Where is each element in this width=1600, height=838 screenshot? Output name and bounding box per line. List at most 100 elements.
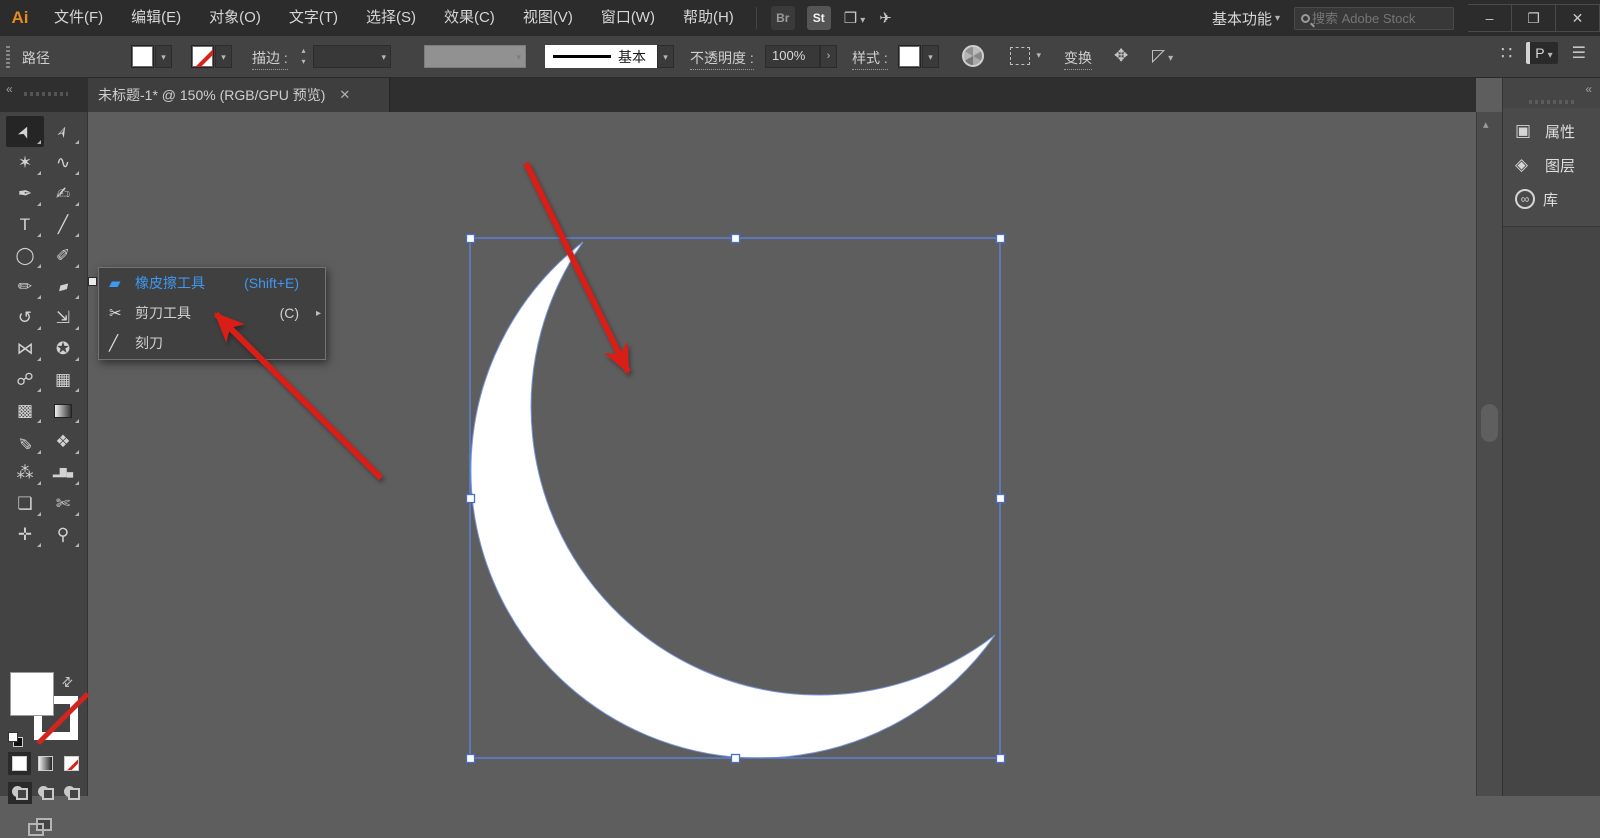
flyout-item-knife-tool[interactable]: ╱ 刻刀: [99, 328, 325, 358]
menu-effect[interactable]: 效果(C): [430, 0, 509, 36]
panel-tab-libraries[interactable]: ∞ 库: [1503, 182, 1600, 216]
menu-object[interactable]: 对象(O): [195, 0, 275, 36]
tool-column-graph[interactable]: ▂▇▄: [44, 457, 82, 488]
fill-color-swatch[interactable]: [131, 45, 154, 68]
close-button[interactable]: ✕: [1556, 4, 1600, 32]
tab-close-icon[interactable]: ✕: [339, 87, 350, 103]
tool-rotate[interactable]: ↺: [6, 302, 44, 333]
toolbar-grip[interactable]: [24, 92, 68, 96]
tool-artboard[interactable]: ❏: [6, 488, 44, 519]
menu-file[interactable]: 文件(F): [40, 0, 117, 36]
tool-scale[interactable]: ⇲: [44, 302, 82, 333]
align-dropdown-icon[interactable]: [1010, 47, 1030, 65]
menu-edit[interactable]: 编辑(E): [117, 0, 195, 36]
stroke-weight-stepper[interactable]: ▴ ▾: [296, 45, 311, 68]
recolor-artwork-icon[interactable]: [962, 45, 984, 67]
menu-select[interactable]: 选择(S): [352, 0, 430, 36]
stock-search[interactable]: [1294, 7, 1454, 30]
tool-selection[interactable]: ➤: [6, 116, 44, 147]
tool-blend[interactable]: ❖: [44, 426, 82, 457]
fill-color-chevron[interactable]: ▾: [155, 45, 172, 68]
tool-puppet-warp[interactable]: ✪: [44, 333, 82, 364]
menu-type[interactable]: 文字(T): [275, 0, 352, 36]
fill-proxy-swatch[interactable]: [10, 672, 54, 716]
draw-behind-button[interactable]: [34, 782, 58, 804]
none-button[interactable]: [60, 752, 83, 775]
tool-eyedropper[interactable]: ✎: [6, 426, 44, 457]
scroll-up-icon[interactable]: ▴: [1483, 118, 1489, 131]
tool-ellipse[interactable]: ◯: [6, 240, 44, 271]
style-label[interactable]: 样式 :: [852, 48, 888, 70]
color-button[interactable]: [8, 752, 31, 775]
default-fill-stroke-icon[interactable]: [8, 732, 24, 748]
grid-view-icon[interactable]: ∷: [1501, 43, 1512, 64]
tool-symbol-sprayer[interactable]: ⁂: [6, 457, 44, 488]
tool-eraser[interactable]: ▰: [44, 271, 82, 302]
stock-button[interactable]: St: [807, 6, 831, 30]
toolbar-collapse-icon[interactable]: «: [6, 82, 13, 96]
panel-tab-layers[interactable]: ◈ 图层: [1503, 148, 1600, 182]
panel-grip[interactable]: [6, 46, 10, 68]
share-icon[interactable]: ✈: [879, 9, 892, 27]
swap-fill-stroke-icon[interactable]: ⇄: [58, 672, 77, 691]
tool-slice[interactable]: ✄: [44, 488, 82, 519]
tool-shape-builder[interactable]: ☍: [6, 364, 44, 395]
brush-definition-dropdown[interactable]: 基本: [545, 45, 657, 68]
tool-perspective-grid[interactable]: ▦: [44, 364, 82, 395]
tool-magic-wand[interactable]: ✶: [6, 147, 44, 178]
draw-normal-button[interactable]: [8, 782, 32, 804]
minimize-button[interactable]: –: [1468, 4, 1512, 32]
workspace-switcher[interactable]: 基本功能 ▾: [1198, 8, 1294, 29]
stepper-up-icon[interactable]: ▴: [296, 45, 311, 56]
tool-curvature[interactable]: ✍: [44, 178, 82, 209]
screen-mode-icon[interactable]: [28, 818, 54, 838]
panel-collapse-icon[interactable]: «: [1585, 82, 1592, 96]
panel-tab-properties[interactable]: ▣ 属性: [1503, 114, 1600, 148]
tool-width[interactable]: ⋈: [6, 333, 44, 364]
stroke-color-chevron[interactable]: ▾: [215, 45, 232, 68]
align-objects-icon[interactable]: ✥: [1114, 46, 1128, 66]
flyout-item-eraser-tool[interactable]: ▰ 橡皮擦工具 (Shift+E): [99, 268, 325, 298]
tool-direct-selection[interactable]: ➢: [44, 116, 82, 147]
tool-hand[interactable]: ✛: [6, 519, 44, 550]
isolate-selection-icon[interactable]: ◸▾: [1152, 46, 1173, 66]
document-tab[interactable]: 未标题-1* @ 150% (RGB/GPU 预览) ✕: [88, 78, 390, 112]
style-chevron[interactable]: ▾: [922, 45, 939, 68]
opacity-expand-button[interactable]: ›: [820, 45, 837, 68]
properties-panel-toggle-icon[interactable]: P▾: [1526, 42, 1557, 64]
draw-inside-button[interactable]: [60, 782, 84, 804]
tool-mesh[interactable]: ▩: [6, 395, 44, 426]
transform-label[interactable]: 变换: [1064, 48, 1092, 70]
style-swatch[interactable]: [898, 45, 921, 68]
menu-help[interactable]: 帮助(H): [669, 0, 748, 36]
gradient-button[interactable]: [34, 752, 57, 775]
tool-line-segment[interactable]: ╱: [44, 209, 82, 240]
brush-chevron[interactable]: ▾: [657, 45, 674, 68]
tool-shaper[interactable]: ✏: [6, 271, 44, 302]
canvas[interactable]: [88, 112, 1476, 796]
arrange-documents-icon[interactable]: ❒▾: [844, 9, 865, 27]
scrollbar-thumb[interactable]: [1481, 404, 1498, 442]
restore-button[interactable]: ❐: [1512, 4, 1556, 32]
crescent-moon-shape[interactable]: [471, 242, 995, 758]
panel-menu-icon[interactable]: ☰: [1572, 43, 1586, 63]
tool-paintbrush[interactable]: ✐: [44, 240, 82, 271]
vertical-scrollbar[interactable]: ▴: [1476, 112, 1502, 796]
tool-gradient[interactable]: [44, 395, 82, 426]
menu-window[interactable]: 窗口(W): [587, 0, 669, 36]
bridge-button[interactable]: Br: [771, 6, 795, 30]
search-input[interactable]: [1312, 11, 1430, 26]
tool-zoom[interactable]: ⚲: [44, 519, 82, 550]
flyout-item-scissors-tool[interactable]: ✂ 剪刀工具 (C) ▸: [99, 298, 325, 328]
tool-type[interactable]: T: [6, 209, 44, 240]
tool-pen[interactable]: ✒: [6, 178, 44, 209]
tool-lasso[interactable]: ∿: [44, 147, 82, 178]
opacity-label[interactable]: 不透明度 :: [690, 48, 754, 70]
opacity-input[interactable]: 100%: [765, 45, 820, 68]
stroke-weight-label[interactable]: 描边 :: [252, 48, 288, 70]
menu-view[interactable]: 视图(V): [509, 0, 587, 36]
stepper-down-icon[interactable]: ▾: [296, 56, 311, 67]
panel-grip[interactable]: [1529, 100, 1575, 104]
stroke-weight-dropdown[interactable]: ▾: [313, 45, 391, 68]
stroke-color-swatch[interactable]: [191, 45, 214, 68]
